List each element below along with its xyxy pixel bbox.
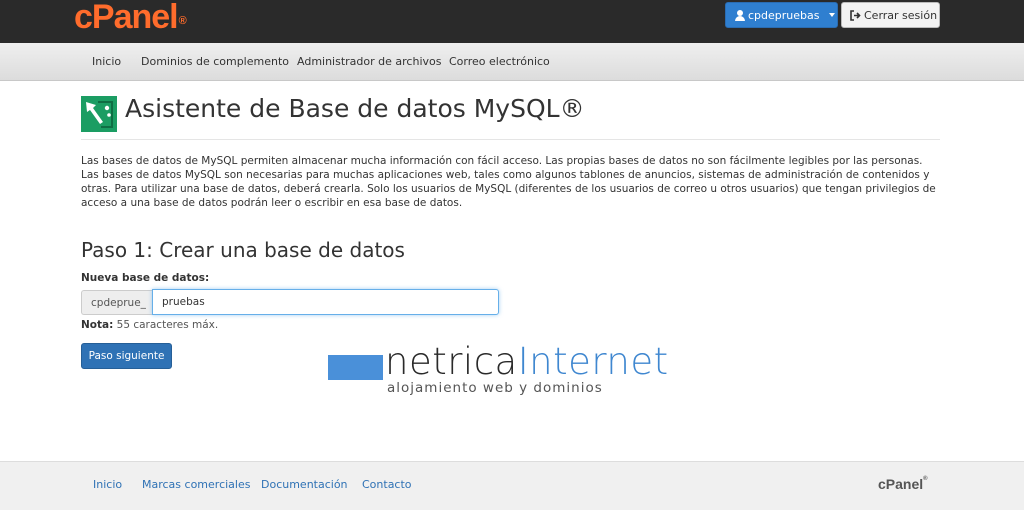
nav-item-inicio[interactable]: Inicio (92, 55, 121, 68)
watermark-brand-part2: Internet (517, 340, 669, 383)
watermark-logo-bar (328, 355, 383, 380)
step-title: Paso 1: Crear una base de datos (81, 238, 405, 262)
database-note: Nota: 55 caracteres máx. (81, 319, 218, 331)
watermark-brand: netricaInternet (385, 340, 669, 384)
logo-registered-mark: ® (178, 15, 187, 27)
footer-logo-text: cPanel (878, 476, 924, 492)
title-divider (81, 139, 940, 140)
logo-text: cPanel (74, 0, 179, 36)
next-step-button[interactable]: Paso siguiente (81, 343, 172, 369)
sign-out-icon (850, 9, 861, 21)
nav-item-correo-electronico[interactable]: Correo electrónico (449, 55, 550, 68)
page-title: Asistente de Base de datos MySQL® (125, 94, 585, 123)
footer-link-inicio[interactable]: Inicio (93, 478, 122, 491)
watermark-tagline: alojamiento web y dominios (387, 380, 603, 396)
page-description: Las bases de datos de MySQL permiten alm… (81, 155, 936, 209)
footer-cpanel-logo: cPanel® (878, 476, 928, 492)
note-label: Nota: (81, 319, 114, 331)
footer-link-marcas[interactable]: Marcas comerciales (142, 478, 250, 491)
logout-button[interactable]: Cerrar sesión (841, 2, 940, 28)
top-bar: cPanel® cpdepruebas Cerrar sesión (0, 0, 1024, 43)
nav-item-dominios-complemento[interactable]: Dominios de complemento (141, 55, 289, 68)
note-text: 55 caracteres máx. (113, 319, 219, 331)
footer-logo-mark: ® (923, 476, 928, 482)
new-database-input[interactable] (152, 289, 499, 315)
footer-link-contacto[interactable]: Contacto (362, 478, 412, 491)
new-database-label: Nueva base de datos: (81, 272, 210, 284)
nav-item-administrador-archivos[interactable]: Administrador de archivos (297, 55, 441, 68)
user-icon (735, 9, 745, 21)
database-prefix: cpdeprue_ (81, 290, 153, 315)
user-menu-button[interactable]: cpdepruebas (725, 2, 838, 28)
footer: Inicio Marcas comerciales Documentación … (0, 461, 1024, 510)
cpanel-logo[interactable]: cPanel® (74, 0, 187, 37)
watermark-brand-part1: netrica (385, 340, 518, 383)
logout-label: Cerrar sesión (864, 8, 938, 22)
user-menu-label: cpdepruebas (748, 8, 820, 22)
footer-link-documentacion[interactable]: Documentación (261, 478, 348, 491)
main-nav: Inicio Dominios de complemento Administr… (0, 43, 1024, 81)
caret-down-icon (829, 13, 836, 17)
mysql-wizard-icon (81, 96, 117, 132)
